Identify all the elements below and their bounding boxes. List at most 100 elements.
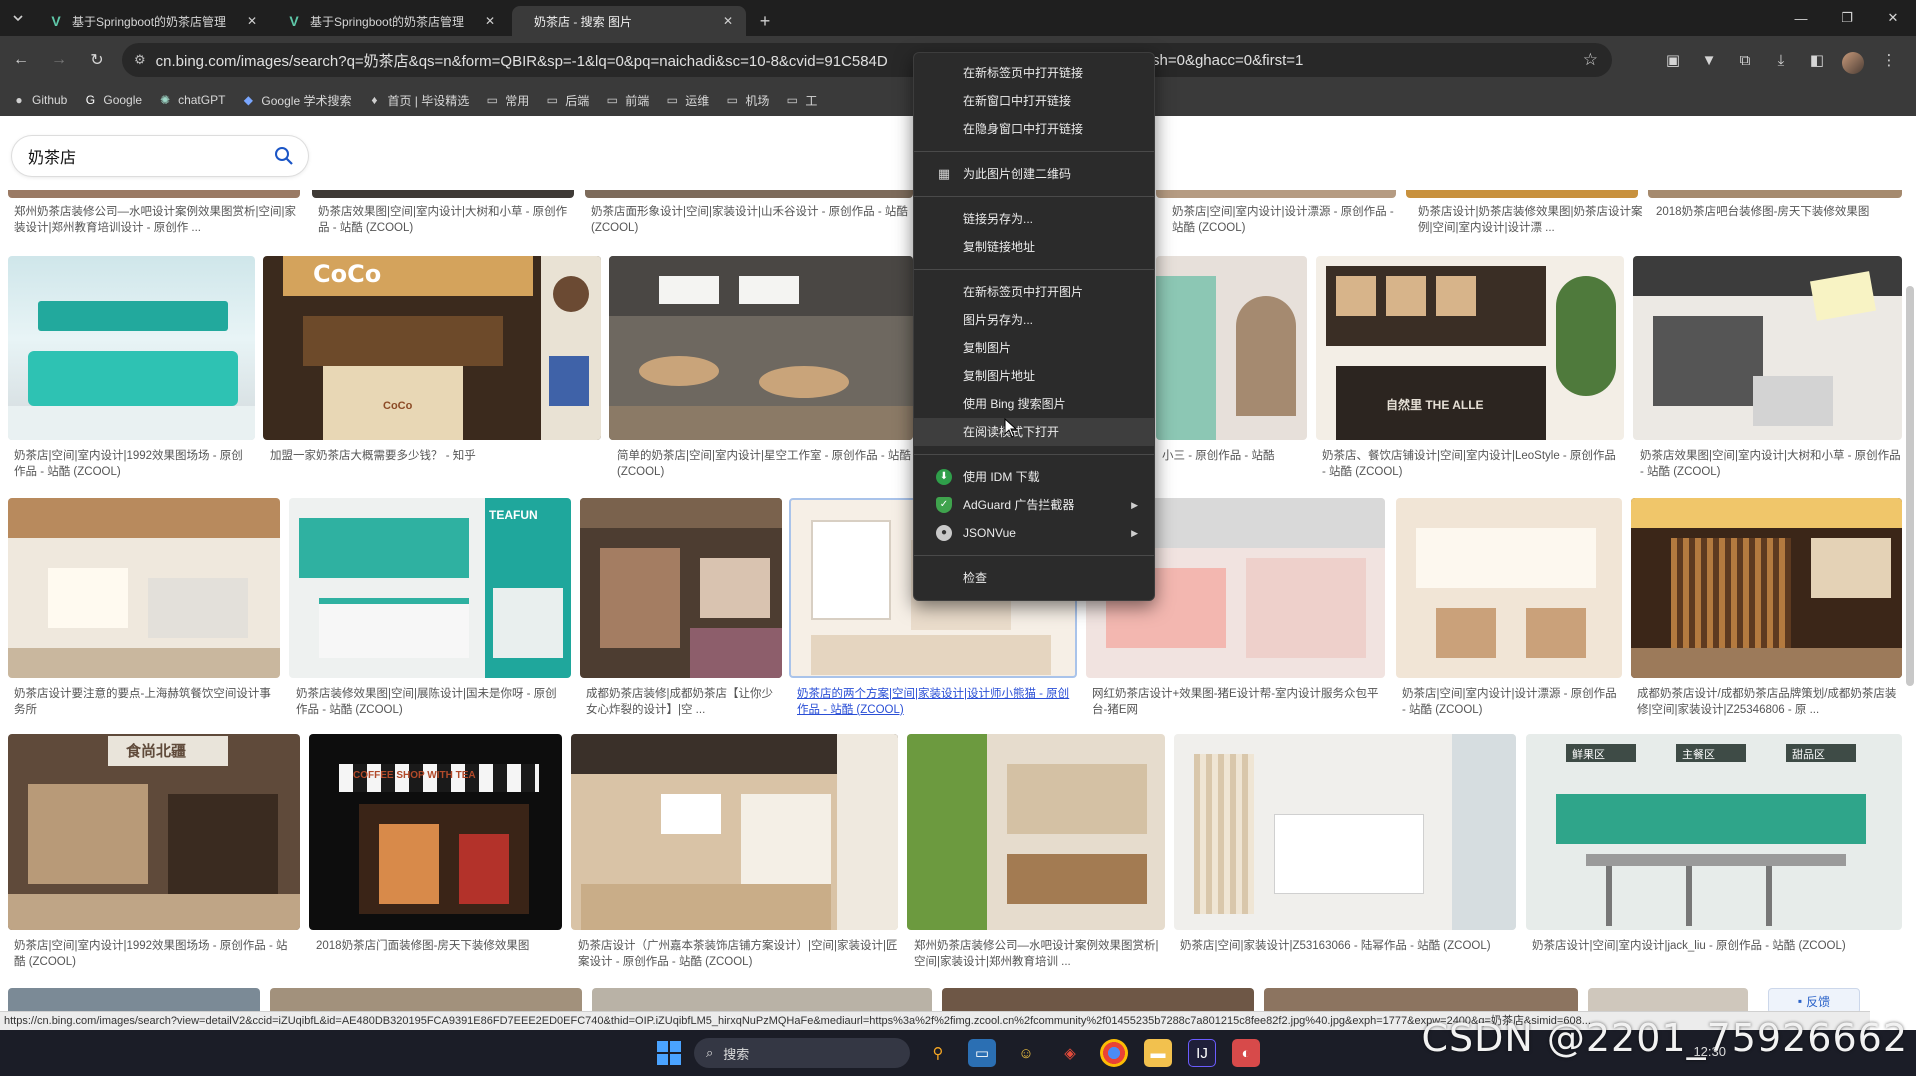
bookmark-folder[interactable]: ▭ 运维 (665, 92, 710, 109)
chrome-icon[interactable] (1100, 1039, 1128, 1067)
image-result[interactable]: COFFEE SHOP WITH TEA (309, 734, 562, 930)
image-caption[interactable]: 奶茶店设计（广州嘉本茶装饰店铺方案设计）|空间|家装设计|匠案设计 - 原创作品… (578, 938, 898, 970)
image-result[interactable] (609, 256, 913, 440)
bookmark-github[interactable]: ● Github (12, 93, 67, 107)
close-window-icon[interactable]: ✕ (1870, 0, 1916, 36)
address-bar[interactable]: ⚙ cn.bing.com/images/search?q=奶茶店&qs=n&f… (122, 43, 1612, 77)
image-tile-partial[interactable] (585, 190, 913, 198)
image-caption[interactable]: 简单的奶茶店|空间|室内设计|星空工作室 - 原创作品 - 站酷 (ZCOOL) (617, 448, 911, 480)
avatar-app-icon[interactable]: ◐ (1232, 1039, 1260, 1067)
restore-icon[interactable]: ❐ (1824, 0, 1870, 36)
image-caption[interactable]: 网红奶茶店设计+效果图-猪E设计帮-室内设计服务众包平台-猪E网 (1092, 686, 1384, 718)
image-caption[interactable]: 奶茶店面形象设计|空间|家装设计|山禾谷设计 - 原创作品 - 站酷 (ZCOO… (591, 204, 911, 236)
menu-item-save-image-as[interactable]: 图片另存为... (914, 306, 1154, 334)
image-caption[interactable]: 郑州奶茶店装修公司—水吧设计案例效果图赏析|空间|家装设计|郑州教育培训设计 -… (14, 204, 298, 236)
image-caption[interactable]: 奶茶店|空间|室内设计|1992效果图场场 - 原创作品 - 站酷 (ZCOOL… (14, 938, 298, 970)
image-tile-partial[interactable] (312, 190, 574, 198)
image-result[interactable] (1633, 256, 1902, 440)
windows-start-icon[interactable] (656, 1040, 682, 1066)
bookmark-google[interactable]: G Google (83, 93, 142, 107)
reload-icon[interactable]: ↻ (80, 43, 114, 77)
bookmark-folder[interactable]: ▭ 工 (785, 92, 818, 109)
image-caption[interactable]: 奶茶店效果图|空间|室内设计|大树和小草 - 原创作品 - 站酷 (ZCOOL) (1640, 448, 1902, 480)
image-tile-partial[interactable] (1406, 190, 1638, 198)
image-result[interactable]: 食尚北疆 (8, 734, 300, 930)
menu-item-open-link-new-window[interactable]: 在新窗口中打开链接 (914, 87, 1154, 115)
menu-item-copy-link[interactable]: 复制链接地址 (914, 233, 1154, 261)
image-result[interactable] (1631, 498, 1902, 678)
image-caption[interactable]: 2018奶茶店吧台装修图-房天下装修效果图 (1656, 204, 1896, 236)
image-tile-partial[interactable] (8, 190, 300, 198)
extensions-puzzle-icon[interactable]: ⧉ (1732, 43, 1758, 77)
close-icon[interactable]: ✕ (244, 13, 260, 29)
image-caption[interactable]: 加盟一家奶茶店大概需要多少钱？ - 知乎 (270, 448, 600, 464)
browser-tab-active[interactable]: 奶茶店 - 搜索 图片 ✕ (512, 6, 746, 36)
search-icon[interactable] (274, 146, 294, 166)
image-result[interactable]: 自然里 THE ALLE (1316, 256, 1624, 440)
bookmark-bishe[interactable]: ♦ 首页 | 毕设精选 (367, 92, 469, 109)
back-arrow-icon[interactable]: ← (4, 43, 38, 77)
image-caption[interactable]: 成都奶茶店设计/成都奶茶店品牌策划/成都奶茶店装修|空间|家装设计|Z25346… (1637, 686, 1902, 718)
tab-search-button[interactable] (0, 0, 36, 36)
image-result[interactable] (1156, 256, 1307, 440)
taskbar-search[interactable]: ⌕ 搜索 (694, 1038, 910, 1068)
bookmark-scholar[interactable]: ◆ Google 学术搜索 (241, 92, 352, 109)
game-app-icon[interactable]: ☺ (1012, 1039, 1040, 1067)
menu-item-search-image-bing[interactable]: 使用 Bing 搜索图片 (914, 390, 1154, 418)
image-caption[interactable]: 奶茶店|空间|室内设计|1992效果图场场 - 原创作品 - 站酷 (ZCOOL… (14, 448, 254, 480)
forward-arrow-icon[interactable]: → (42, 43, 76, 77)
image-caption[interactable]: 奶茶店|空间|室内设计|设计漂源 - 原创作品 - 站酷 (ZCOOL) (1402, 686, 1622, 718)
monitor-app-icon[interactable]: ▭ (968, 1039, 996, 1067)
search-input[interactable] (28, 147, 258, 165)
avatar[interactable] (1840, 43, 1866, 77)
file-explorer-icon[interactable]: ▬ (1144, 1039, 1172, 1067)
site-info-icon[interactable]: ⚙ (134, 52, 146, 68)
menu-item-copy-image[interactable]: 复制图片 (914, 334, 1154, 362)
scrollbar-thumb[interactable] (1906, 286, 1914, 686)
close-icon[interactable]: ✕ (482, 13, 498, 29)
image-tile-partial[interactable] (1648, 190, 1902, 198)
bookmark-folder[interactable]: ▭ 机场 (725, 92, 770, 109)
red-app-icon[interactable]: ◈ (1056, 1039, 1084, 1067)
menu-item-open-link-new-tab[interactable]: 在新标签页中打开链接 (914, 59, 1154, 87)
image-caption[interactable]: 奶茶店设计|奶茶店装修效果图|奶茶店设计案例|空间|室内设计|设计漂 ... (1418, 204, 1648, 236)
image-result[interactable]: TEAFUN (289, 498, 571, 678)
image-caption[interactable]: 奶茶店设计|空间|室内设计|jack_liu - 原创作品 - 站酷 (ZCOO… (1532, 938, 1902, 954)
image-caption[interactable]: 小三 - 原创作品 - 站酷 (1162, 448, 1307, 464)
bookmark-folder[interactable]: ▭ 常用 (485, 92, 530, 109)
image-tile-partial[interactable] (1156, 190, 1396, 198)
sidepanel-icon[interactable]: ◧ (1804, 43, 1830, 77)
menu-item-save-link-as[interactable]: 链接另存为... (914, 205, 1154, 233)
menu-item-jsonvue[interactable]: ● JSONVue ▶ (914, 519, 1154, 547)
intellij-icon[interactable]: IJ (1188, 1039, 1216, 1067)
image-caption[interactable]: 奶茶店装修效果图|空间|展陈设计|国未是你呀 - 原创作品 - 站酷 (ZCOO… (296, 686, 568, 718)
image-caption[interactable]: 奶茶店、餐饮店铺设计|空间|室内设计|LeoStyle - 原创作品 - 站酷 … (1322, 448, 1622, 480)
menu-item-reading-mode[interactable]: 在阅读模式下打开 (914, 418, 1154, 446)
browser-tab[interactable]: V 基于Springboot的奶茶店管理 ✕ (36, 6, 270, 36)
menu-item-create-qr[interactable]: ▦ 为此图片创建二维码 (914, 160, 1154, 188)
image-result[interactable] (907, 734, 1165, 930)
minimize-icon[interactable]: — (1778, 0, 1824, 36)
menu-item-adguard[interactable]: ✓ AdGuard 广告拦截器 ▶ (914, 491, 1154, 519)
image-result[interactable] (8, 498, 280, 678)
image-caption[interactable]: 2018奶茶店门面装修图-房天下装修效果图 (316, 938, 564, 954)
bookmark-folder[interactable]: ▭ 前端 (605, 92, 650, 109)
bookmark-folder[interactable]: ▭ 后端 (545, 92, 590, 109)
image-result[interactable] (580, 498, 782, 678)
image-caption[interactable]: 奶茶店效果图|空间|室内设计|大树和小草 - 原创作品 - 站酷 (ZCOOL) (318, 204, 574, 236)
image-result[interactable]: 鲜果区 主餐区 甜品区 (1526, 734, 1902, 930)
download-icon[interactable]: ⤓ (1768, 43, 1794, 77)
image-caption[interactable]: 奶茶店|空间|室内设计|设计漂源 - 原创作品 - 站酷 (ZCOOL) (1172, 204, 1400, 236)
browser-tab[interactable]: V 基于Springboot的奶茶店管理 ✕ (274, 6, 508, 36)
image-result[interactable] (1174, 734, 1516, 930)
menu-item-open-link-incognito[interactable]: 在隐身窗口中打开链接 (914, 115, 1154, 143)
search-app-icon[interactable]: ⚲ (924, 1039, 952, 1067)
extension-icon[interactable]: ▣ (1660, 43, 1686, 77)
vue-devtools-icon[interactable]: ▼ (1696, 43, 1722, 77)
image-caption[interactable]: 奶茶店|空间|家装设计|Z53163066 - 陆幂作品 - 站酷 (ZCOOL… (1180, 938, 1514, 954)
close-icon[interactable]: ✕ (720, 13, 736, 29)
bookmark-star-icon[interactable]: ☆ (1583, 50, 1598, 70)
image-result[interactable]: CoCo CoCo (263, 256, 601, 440)
image-caption[interactable]: 奶茶店设计要注意的要点-上海赫筑餐饮空间设计事务所 (14, 686, 280, 718)
bookmark-chatgpt[interactable]: ✺ chatGPT (158, 93, 225, 107)
